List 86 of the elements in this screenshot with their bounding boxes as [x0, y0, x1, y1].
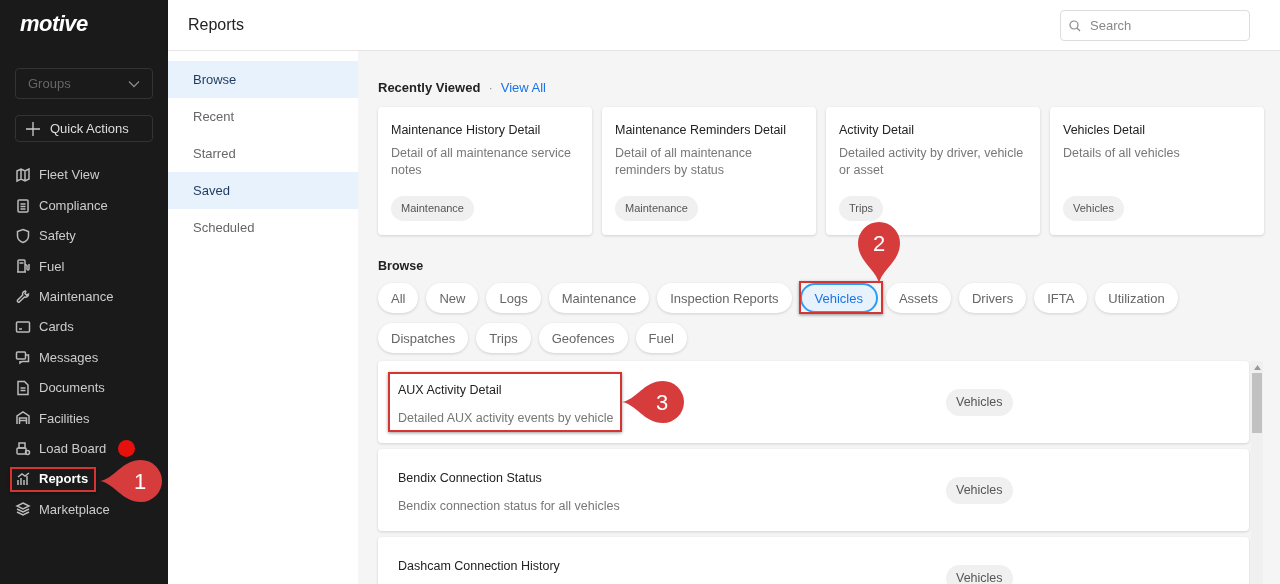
chat-icon [15, 349, 31, 366]
sidebar-item[interactable]: Messages [39, 347, 99, 368]
filter-chip[interactable]: Trips [476, 323, 531, 354]
fuel-pump-icon [15, 258, 31, 275]
card-icon [15, 319, 31, 336]
subnav-item[interactable]: Browse [168, 61, 358, 98]
sidebar-item[interactable]: Marketplace [39, 499, 110, 520]
filter-chip[interactable]: IFTA [1034, 283, 1088, 314]
filter-chip[interactable]: Dispatches [378, 323, 469, 354]
subnav-item[interactable]: Starred [168, 135, 358, 172]
report-title: Bendix Connection Status [398, 470, 542, 488]
filter-chip[interactable]: Vehicles [799, 283, 878, 314]
subnav-item[interactable]: Saved [168, 172, 358, 209]
shield-icon [15, 227, 31, 244]
filter-chip[interactable]: Inspection Reports [657, 283, 792, 314]
sidebar-item[interactable]: Documents [39, 378, 105, 398]
map-icon [15, 167, 31, 184]
category-tag: Vehicles [946, 476, 1013, 504]
section-title: Recently Viewed [378, 79, 481, 97]
category-tag: Maintenance [615, 196, 698, 221]
filter-chip[interactable]: Logs [486, 283, 541, 314]
step-callout: 1 [100, 460, 162, 502]
filter-chip[interactable]: All [378, 283, 419, 314]
category-tag: Vehicles [946, 388, 1013, 416]
card-title: Maintenance Reminders Detail [615, 121, 787, 139]
report-title: AUX Activity Detail [398, 382, 502, 400]
report-row[interactable]: Dashcam Connection History Vehicles [378, 537, 1249, 584]
report-card[interactable]: Maintenance Reminders Detail Detail of all maintenance reminders by status Maintenance [602, 106, 816, 235]
filter-chip[interactable]: Fuel [635, 323, 687, 354]
layers-icon [15, 501, 31, 518]
scrollbar-thumb[interactable] [1252, 373, 1262, 434]
search-field[interactable]: Search [1060, 9, 1250, 41]
sidebar-item[interactable]: Safety [39, 226, 76, 246]
sidebar-item[interactable]: Compliance [39, 195, 108, 216]
filter-chip[interactable]: Maintenance [548, 283, 650, 314]
search-icon [1069, 19, 1081, 32]
step-callout: 2 [858, 222, 900, 284]
sidebar-item[interactable]: Cards [39, 317, 74, 337]
chart-icon [15, 471, 31, 488]
separator-dot: · [488, 79, 493, 97]
category-tag: Maintenance [391, 196, 474, 221]
document-icon [15, 379, 31, 396]
filter-chip[interactable]: Geofences [538, 323, 628, 354]
chevron-down-icon [128, 79, 140, 88]
filter-chip[interactable]: Drivers [958, 283, 1027, 314]
building-icon [15, 410, 31, 427]
report-description: Detailed AUX activity events by vehicle [398, 410, 614, 427]
sidebar-item[interactable]: Fleet View [39, 165, 100, 185]
report-card[interactable]: Vehicles Detail Details of all vehicles Vehicles [1050, 106, 1264, 235]
filter-chip[interactable]: Assets [885, 283, 951, 314]
sidebar-item[interactable]: Fuel [39, 256, 65, 277]
scrollbar[interactable] [1251, 361, 1263, 584]
card-title: Activity Detail [839, 121, 916, 139]
view-all-link[interactable]: View All [500, 78, 546, 98]
report-row[interactable]: Bendix Connection Status Bendix connection status for all vehicles Vehicles [378, 449, 1249, 532]
list-icon [15, 197, 31, 214]
sidebar-item[interactable]: Reports [39, 469, 89, 489]
report-card[interactable]: Maintenance History Detail Detail of all maintenance service notes Maintenance [378, 106, 592, 235]
truck-box-icon [15, 440, 31, 457]
category-tag: Trips [839, 196, 884, 221]
wrench-icon [15, 288, 31, 305]
page-title: Reports [188, 15, 245, 35]
filter-chip[interactable]: Utilization [1095, 283, 1178, 314]
quick-actions-button[interactable]: Quick Actions [15, 115, 153, 142]
section-title: Browse [378, 257, 425, 275]
card-title: Maintenance History Detail [391, 121, 542, 139]
report-title: Dashcam Connection History [398, 558, 560, 576]
plus-icon [26, 121, 40, 136]
subnav-item[interactable]: Recent [168, 98, 358, 135]
filter-chip[interactable]: New [426, 283, 479, 314]
category-tag: Vehicles [1063, 196, 1124, 221]
report-card[interactable]: Activity Detail Detailed activity by driver, vehicle or asset Trips [826, 106, 1040, 235]
card-title: Vehicles Detail [1063, 121, 1146, 139]
card-description: Details of all vehicles [1063, 145, 1181, 163]
category-tag: Vehicles [946, 564, 1013, 584]
step-callout: 3 [622, 381, 684, 423]
card-description: Detailed activity by driver, vehicle or asset [839, 145, 1025, 180]
scroll-up-icon [1253, 365, 1261, 371]
subnav-item[interactable]: Scheduled [168, 209, 358, 246]
logo: motive [20, 10, 88, 38]
card-description: Detail of all maintenance reminders by status [615, 145, 753, 180]
sidebar-item[interactable]: Maintenance [39, 287, 114, 307]
sidebar-item[interactable]: Load Board [39, 438, 107, 459]
sidebar-item[interactable]: Facilities [39, 408, 90, 429]
report-description: Bendix connection status for all vehicles [398, 498, 620, 515]
card-description: Detail of all maintenance service notes [391, 145, 572, 180]
